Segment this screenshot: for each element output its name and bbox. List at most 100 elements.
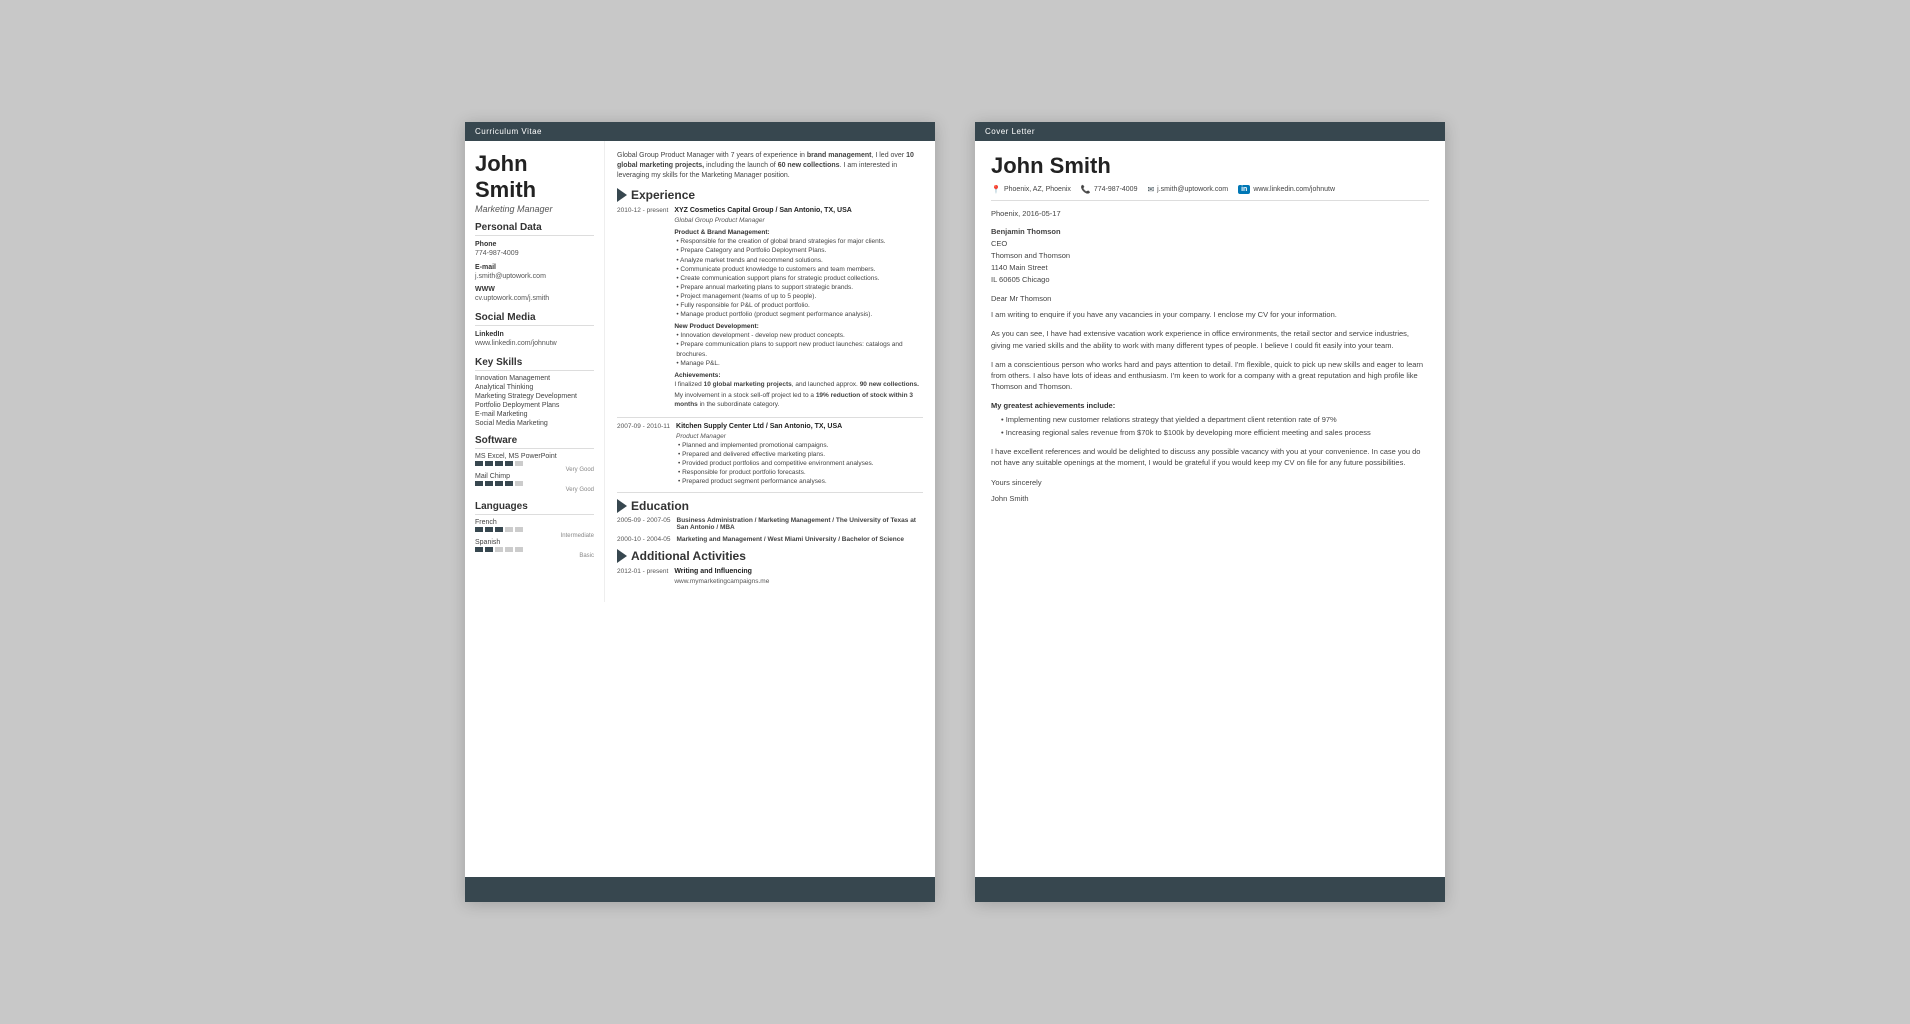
experience-title: Experience [631,188,695,202]
language-name: French [475,519,594,526]
recipient-company: Thomson and Thomson [991,251,1070,260]
exp-bullet: • Planned and implemented promotional ca… [676,441,923,450]
skill-item: Social Media Marketing [475,420,594,427]
exp-bullet: • Prepare Category and Portfolio Deploym… [674,246,923,255]
cl-signature: John Smith [991,494,1429,503]
exp-sub-title: Product & Brand Management: [674,228,923,237]
cl-header-bar: Cover Letter [975,122,1445,141]
cl-recipient: Benjamin Thomson CEO Thomson and Thomson… [991,226,1429,286]
cl-yours-sincerely: Yours sincerely [991,477,1429,488]
cover-letter-page: Cover Letter John Smith 📍 Phoenix, AZ, P… [975,122,1445,902]
cl-name: John Smith [991,153,1429,179]
edu-content: Business Administration / Marketing Mana… [677,517,924,531]
languages-title: Languages [475,501,594,515]
activities-arrow-icon [617,549,627,563]
cv-summary: Global Group Product Manager with 7 year… [617,151,923,180]
activity-dates: 2012-01 - present [617,567,668,586]
languages-list: FrenchIntermediateSpanishBasic [475,519,594,559]
language-name: Spanish [475,539,594,546]
cl-linkedin-text: www.linkedin.com/johnutw [1253,186,1335,193]
location-icon: 📍 [991,185,1001,194]
linkedin-label: LinkedIn [475,331,594,338]
exp-bullet: • Innovation development - develop new p… [674,331,923,340]
cv-header-bar: Curriculum Vitae [465,122,935,141]
skills-list: Innovation ManagementAnalytical Thinking… [475,375,594,427]
cl-location: 📍 Phoenix, AZ, Phoenix [991,185,1071,194]
activities-list: 2012-01 - present Writing and Influencing… [617,567,923,586]
experience-list: 2010-12 - present XYZ Cosmetics Capital G… [617,206,923,493]
exp-bullet: • Prepare communication plans to support… [674,340,923,358]
exp-sub-title: New Product Development: [674,322,923,331]
email-label: E-mail [475,264,594,271]
www-label: WWW [475,286,594,293]
exp-bullet: • Manage P&L. [674,359,923,368]
exp-dates: 2010-12 - present [617,206,668,411]
cv-main: Global Group Product Manager with 7 year… [605,141,935,602]
edu-dates: 2005-09 - 2007-05 [617,517,671,531]
exp-bullet: • Fully responsible for P&L of product p… [674,301,923,310]
software-rating-label: Very Good [475,487,594,493]
exp-company: XYZ Cosmetics Capital Group / San Antoni… [674,206,923,216]
phone-icon: 📞 [1081,185,1091,194]
linkedin-icon: in [1238,185,1250,194]
cl-achievements-list: • Implementing new customer relations st… [991,414,1429,439]
exp-bullet: • Responsible for the creation of global… [674,237,923,246]
cl-header-label: Cover Letter [985,127,1035,136]
cl-contact-row: 📍 Phoenix, AZ, Phoenix 📞 774-987-4009 ✉ … [991,185,1429,201]
recipient-title: CEO [991,239,1007,248]
cl-email-text: j.smith@uptowork.com [1157,186,1228,193]
exp-job-title: Global Group Product Manager [674,216,923,225]
key-skills-title: Key Skills [475,357,594,371]
cl-date: Phoenix, 2016-05-17 [991,209,1429,218]
activity-content: Writing and Influencingwww.mymarketingca… [674,567,923,586]
cl-bottom-bar [975,877,1445,902]
exp-bullet: • Provided product portfolios and compet… [676,459,923,468]
pages-container: Curriculum Vitae John Smith Marketing Ma… [465,122,1445,902]
exp-bullet: • Prepared product segment performance a… [676,477,923,486]
cl-closing-paragraph: I have excellent references and would be… [991,446,1429,469]
exp-achievement: My involvement in a stock sell-off proje… [674,391,923,409]
exp-content: XYZ Cosmetics Capital Group / San Antoni… [674,206,923,411]
cl-body: John Smith 📍 Phoenix, AZ, Phoenix 📞 774-… [975,141,1445,515]
language-rating-bar [475,527,594,532]
cv-header-label: Curriculum Vitae [475,127,542,136]
activity-entry: 2012-01 - present Writing and Influencing… [617,567,923,586]
education-entry: 2000-10 - 2004-05Marketing and Managemen… [617,536,923,543]
exp-content: Kitchen Supply Center Ltd / San Antonio,… [676,422,923,486]
cv-job-title: Marketing Manager [475,204,594,214]
exp-company: Kitchen Supply Center Ltd / San Antonio,… [676,422,923,432]
exp-achievement: I finalized 10 global marketing projects… [674,380,923,389]
cv-sidebar: John Smith Marketing Manager Personal Da… [465,141,605,602]
email-icon: ✉ [1147,185,1154,194]
email-value: j.smith@uptowork.com [475,272,594,282]
recipient-city: IL 60605 Chicago [991,275,1050,284]
experience-header: Experience [617,188,923,202]
cv-bottom-bar [465,877,935,902]
exp-bullet: • Manage product portfolio (product segm… [674,310,923,319]
cl-linkedin: in www.linkedin.com/johnutw [1238,185,1335,194]
software-list: MS Excel, MS PowerPointVery GoodMail Chi… [475,453,594,493]
cv-page: Curriculum Vitae John Smith Marketing Ma… [465,122,935,902]
cl-paragraph1: I am writing to enquire if you have any … [991,309,1429,320]
education-arrow-icon [617,499,627,513]
phone-value: 774-987-4009 [475,249,594,259]
education-list: 2005-09 - 2007-05 Business Administration… [617,517,923,543]
education-entry: 2005-09 - 2007-05 Business Administration… [617,517,923,531]
experience-entry: 2007-09 - 2010-11Kitchen Supply Center L… [617,422,923,486]
exp-bullet: • Prepare annual marketing plans to supp… [674,283,923,292]
software-name: Mail Chimp [475,473,594,480]
cl-achievements-title: My greatest achievements include: [991,401,1429,410]
cl-paragraph3: I am a conscientious person who works ha… [991,359,1429,393]
personal-data-title: Personal Data [475,222,594,236]
education-title: Education [631,499,689,513]
www-value: cv.uptowork.com/j.smith [475,294,594,304]
cv-name: John Smith [475,151,594,204]
exp-bullet: • Create communication support plans for… [674,274,923,283]
exp-bullet: • Analyze market trends and recommend so… [674,256,923,265]
activity-title: Writing and Influencing [674,567,923,577]
experience-entry: 2010-12 - present XYZ Cosmetics Capital G… [617,206,923,411]
activities-header: Additional Activities [617,549,923,563]
skill-item: Marketing Strategy Development [475,393,594,400]
exp-sub-title: Achievements: [674,371,923,380]
exp-bullet: • Prepared and delivered effective marke… [676,450,923,459]
